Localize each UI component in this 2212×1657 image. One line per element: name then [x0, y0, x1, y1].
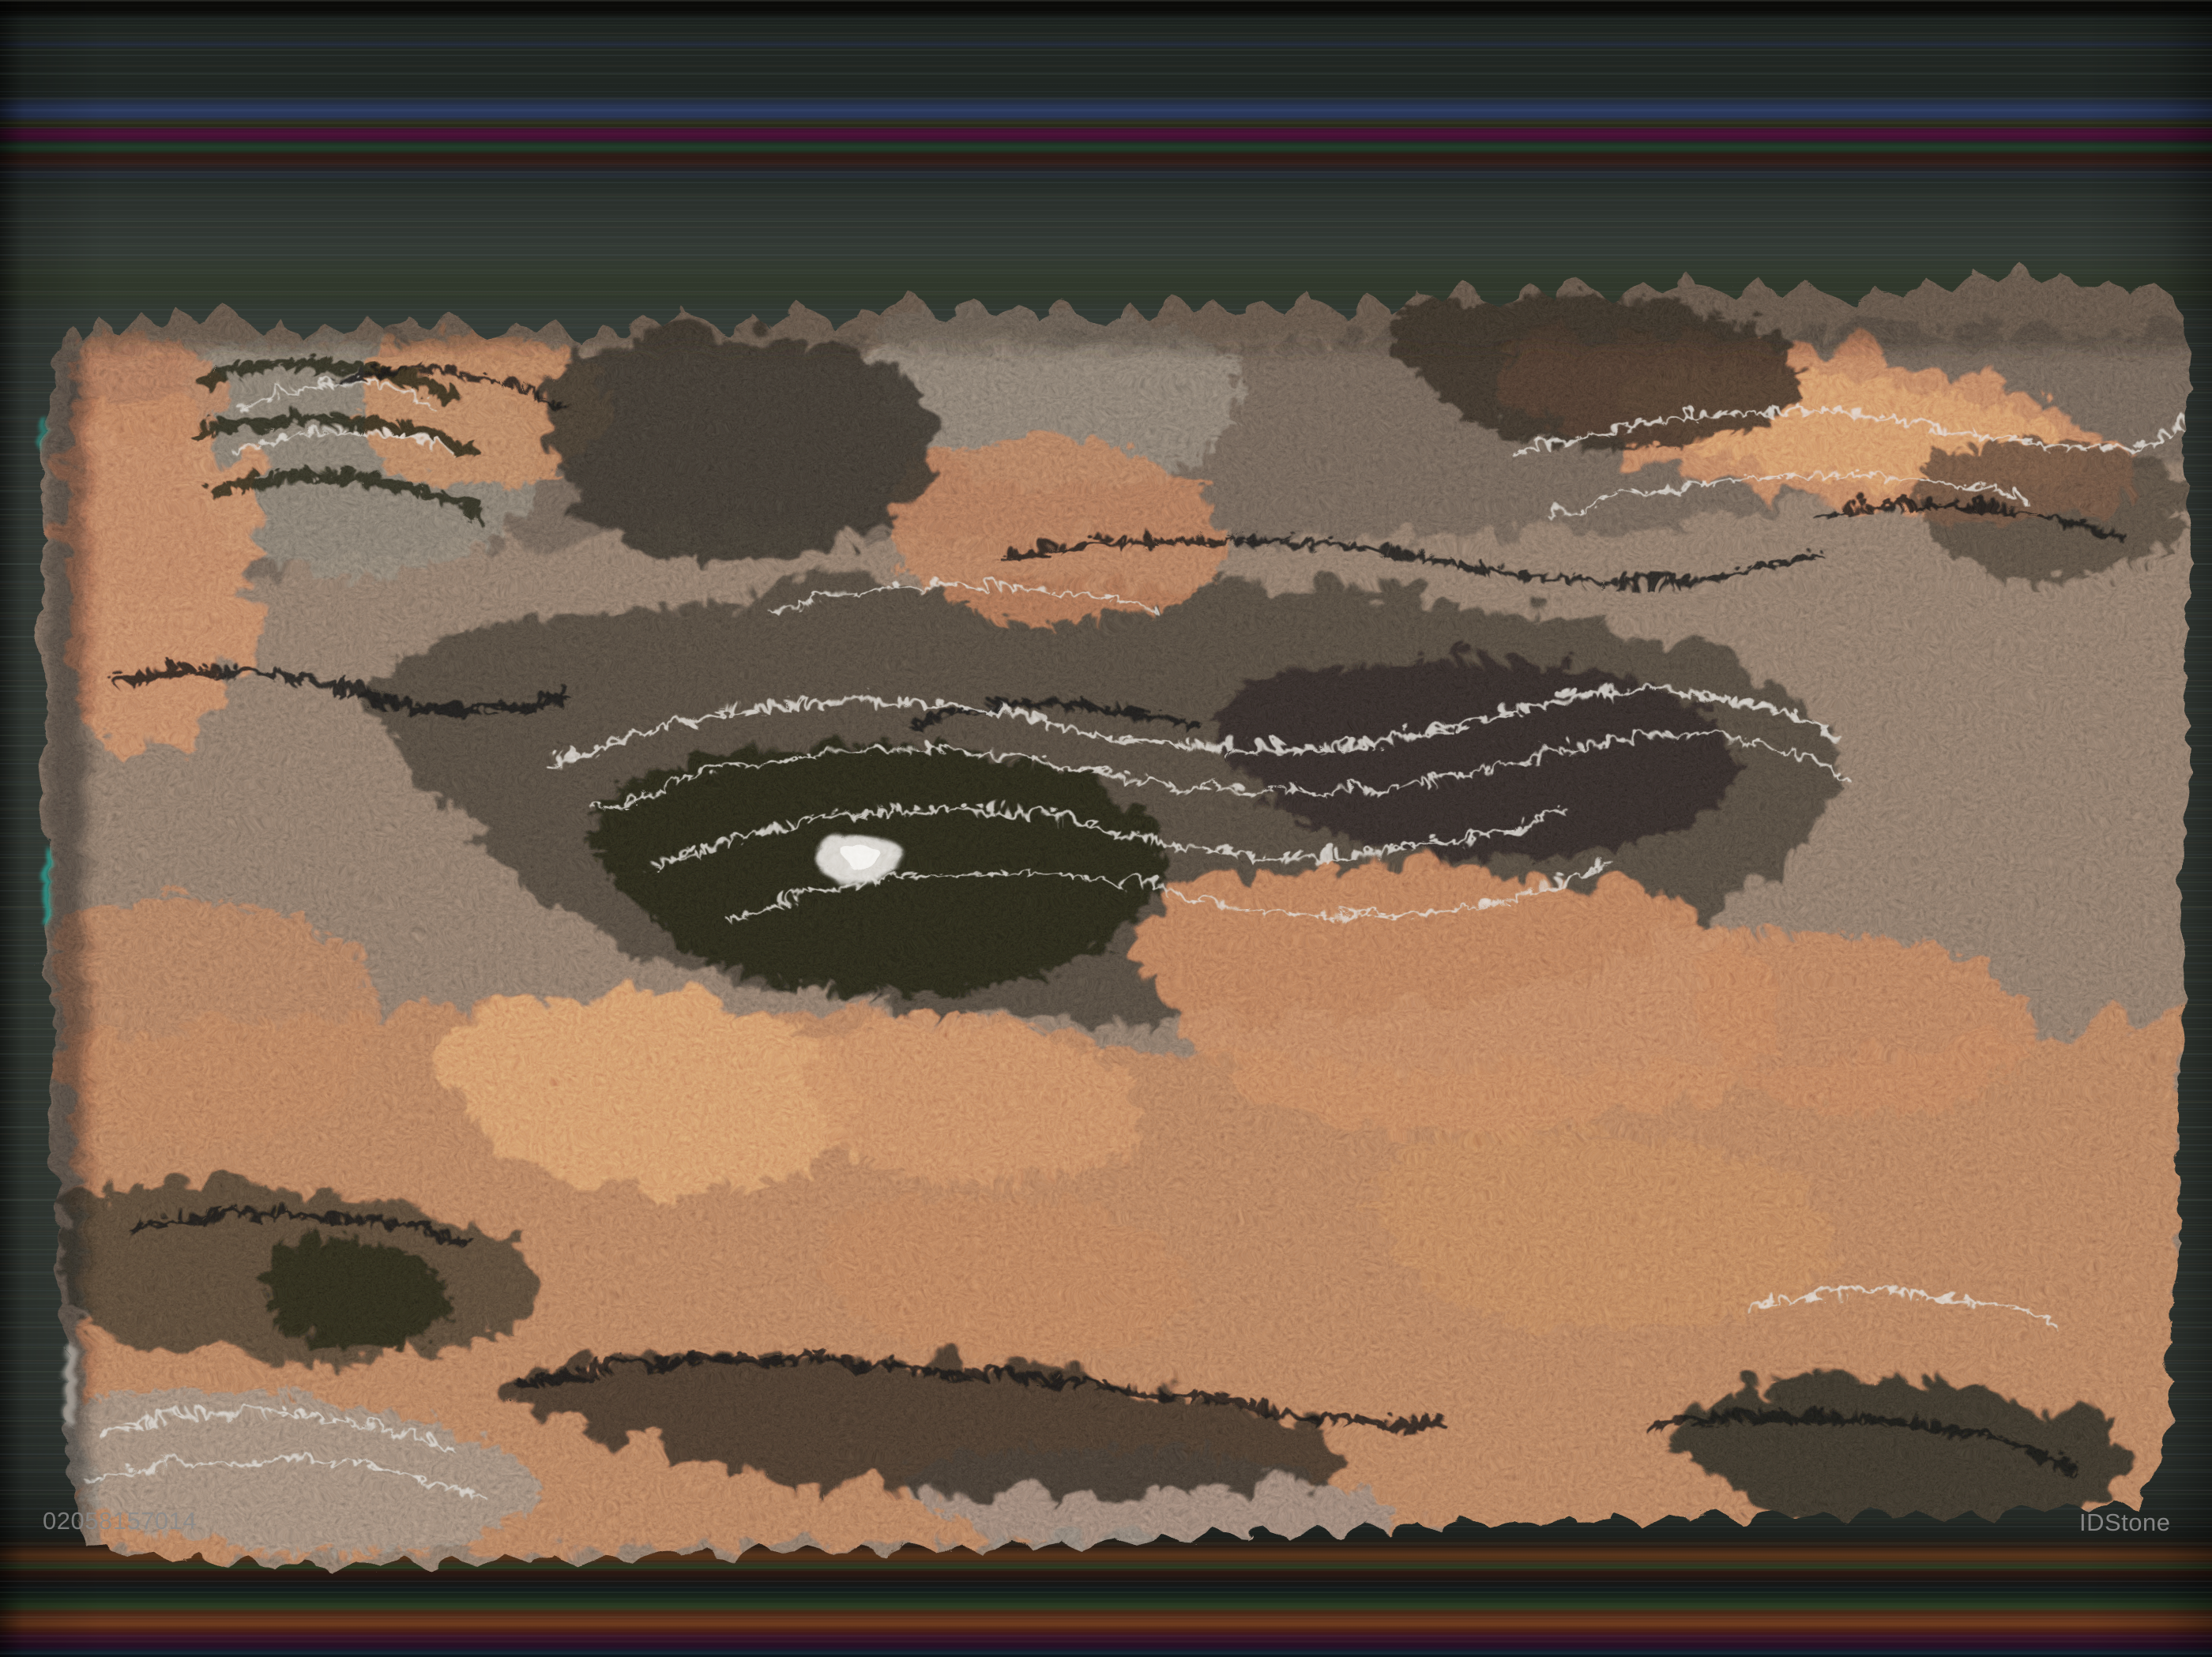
slab-body — [0, 0, 2212, 1657]
grain-fine — [0, 0, 2212, 1657]
stone-scan-page: { "scene": { "type": "stone-slab-scan", … — [0, 0, 2212, 1657]
granite-slab-image — [0, 0, 2212, 1657]
slab-id-watermark: 02058157014 — [43, 1507, 197, 1535]
brand-watermark: IDStone — [2079, 1509, 2171, 1537]
